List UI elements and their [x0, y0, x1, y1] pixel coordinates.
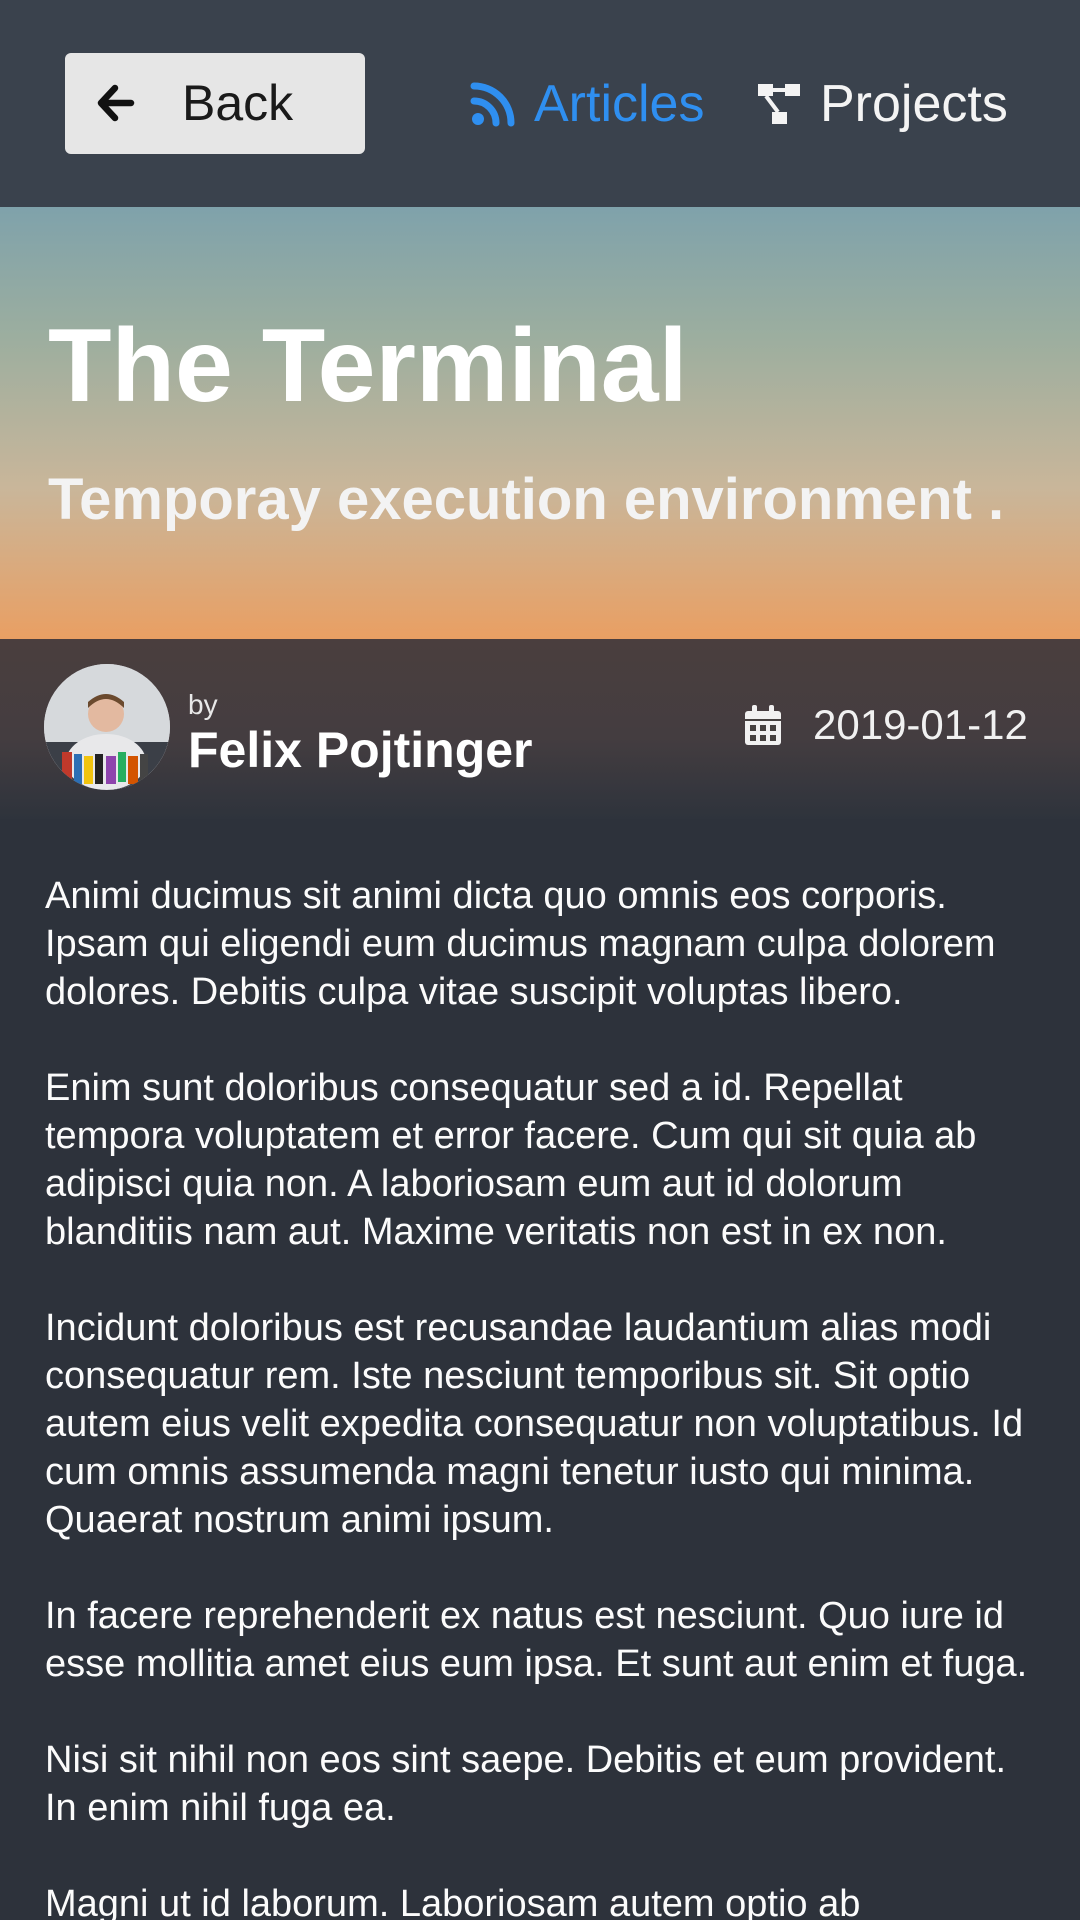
rss-icon: [470, 82, 515, 126]
author-name[interactable]: Felix Pojtinger: [188, 721, 533, 779]
by-label: by: [188, 689, 218, 720]
nav-projects-link[interactable]: Projects: [756, 53, 1008, 154]
project-diagram-icon: [758, 83, 800, 124]
page-subtitle: Temporay execution environment .: [48, 467, 1005, 532]
article-page: Back Articles Projects The Terminal Temp…: [0, 0, 1080, 1920]
avatar[interactable]: [44, 664, 170, 790]
nav-articles-label: Articles: [534, 74, 705, 133]
article-paragraph: In facere reprehenderit ex natus est nes…: [45, 1595, 1028, 1685]
article-paragraph: Magni ut id laborum. Laboriosam autem op…: [45, 1883, 861, 1920]
article-paragraph: Animi ducimus sit animi dicta quo omnis …: [45, 875, 996, 1013]
top-nav: Back Articles Projects: [0, 0, 1080, 207]
article-body: Animi ducimus sit animi dicta quo omnis …: [45, 872, 1045, 1920]
article-paragraph: Enim sunt doloribus consequatur sed a id…: [45, 1067, 977, 1253]
date-text: 2019-01-12: [813, 701, 1028, 748]
author-bar: by Felix Pojtinger 2019-01-12: [0, 639, 1080, 819]
hero-banner: The Terminal Temporay execution environm…: [0, 207, 1080, 639]
calendar-icon: [745, 705, 781, 745]
article-paragraph: Nisi sit nihil non eos sint saepe. Debit…: [45, 1739, 1007, 1829]
nav-projects-label: Projects: [820, 74, 1008, 133]
nav-articles-link[interactable]: Articles: [470, 53, 704, 154]
page-title: The Terminal: [48, 308, 688, 424]
article-paragraph: Incidunt doloribus est recusandae laudan…: [45, 1307, 1024, 1541]
avatar-photo: [44, 664, 170, 790]
back-button-label: Back: [182, 75, 294, 131]
publish-date: 2019-01-12: [743, 699, 1028, 751]
arrow-left-icon: [97, 84, 135, 122]
back-button[interactable]: Back: [65, 53, 365, 154]
